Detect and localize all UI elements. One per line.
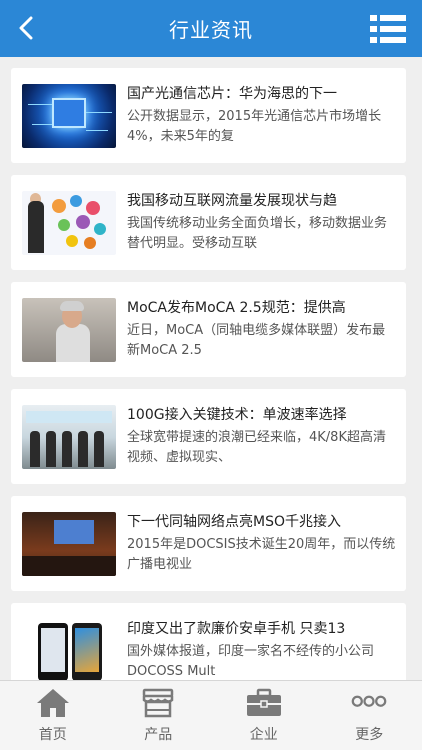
- news-thumbnail-conference: [22, 511, 116, 576]
- tab-label: 产品: [144, 727, 173, 743]
- news-title: 下一代同轴网络点亮MSO千兆接入: [127, 514, 341, 530]
- news-summary: 近日，MoCA（同轴电缆多媒体联盟）发布最新MoCA 2.5: [127, 323, 386, 358]
- news-item[interactable]: 国产光通信芯片：华为海思的下一 公开数据显示，2015年光通信芯片市场增长4%，…: [11, 68, 406, 163]
- more-icon: [351, 687, 387, 719]
- news-thumbnail-mobile-internet: [22, 190, 116, 255]
- news-thumbnail-panel: [22, 404, 116, 469]
- news-item[interactable]: MoCA发布MoCA 2.5规范：提供高 近日，MoCA（同轴电缆多媒体联盟）发…: [11, 282, 406, 377]
- tab-more[interactable]: 更多: [317, 681, 422, 750]
- back-button[interactable]: [10, 12, 42, 44]
- news-title: 印度又出了款廉价安卓手机 只卖13: [127, 621, 346, 637]
- tab-label: 企业: [249, 727, 278, 743]
- chevron-left-icon: [19, 16, 33, 40]
- news-item[interactable]: 印度又出了款廉价安卓手机 只卖13 国外媒体报道，印度一家名不经传的小公司DOC…: [11, 603, 406, 680]
- tab-products[interactable]: 产品: [106, 681, 212, 750]
- news-summary: 国外媒体报道，印度一家名不经传的小公司DOCOSS Mult: [127, 644, 375, 679]
- news-thumbnail-phones: [22, 618, 116, 680]
- menu-button[interactable]: [370, 14, 406, 44]
- news-summary: 公开数据显示，2015年光通信芯片市场增长4%，未来5年的复: [127, 109, 382, 144]
- news-thumbnail-chip: [22, 83, 116, 148]
- tab-label: 首页: [38, 727, 67, 743]
- news-item[interactable]: 100G接入关键技术：单波速率选择 全球宽带提速的浪潮已经来临，4K/8K超高清…: [11, 389, 406, 484]
- home-icon: [35, 687, 71, 719]
- page-title: 行业资讯: [169, 18, 253, 42]
- news-summary: 2015年是DOCSIS技术诞生20周年，而以传统广播电视业: [127, 537, 396, 572]
- app-header: 行业资讯: [0, 0, 422, 57]
- news-summary: 全球宽带提速的浪潮已经来临，4K/8K超高清视频、虚拟现实、: [127, 430, 386, 465]
- tab-label: 更多: [355, 727, 384, 743]
- news-title: 100G接入关键技术：单波速率选择: [127, 407, 347, 423]
- tab-company[interactable]: 企业: [211, 681, 317, 750]
- list-menu-icon: [370, 15, 406, 43]
- news-title: MoCA发布MoCA 2.5规范：提供高: [127, 300, 346, 316]
- news-title: 国产光通信芯片：华为海思的下一: [127, 86, 337, 102]
- store-icon: [140, 687, 176, 719]
- news-list[interactable]: 国产光通信芯片：华为海思的下一 公开数据显示，2015年光通信芯片市场增长4%，…: [0, 57, 422, 680]
- news-title: 我国移动互联网流量发展现状与趋: [127, 193, 337, 209]
- bottom-tab-bar: 首页 产品 企业 更多: [0, 680, 422, 750]
- news-item[interactable]: 我国移动互联网流量发展现状与趋 我国传统移动业务全面负增长，移动数据业务替代明显…: [11, 175, 406, 270]
- briefcase-icon: [246, 687, 282, 719]
- news-summary: 我国传统移动业务全面负增长，移动数据业务替代明显。受移动互联: [127, 216, 388, 251]
- tab-home[interactable]: 首页: [0, 681, 106, 750]
- news-thumbnail-speaker: [22, 297, 116, 362]
- news-item[interactable]: 下一代同轴网络点亮MSO千兆接入 2015年是DOCSIS技术诞生20周年，而以…: [11, 496, 406, 591]
